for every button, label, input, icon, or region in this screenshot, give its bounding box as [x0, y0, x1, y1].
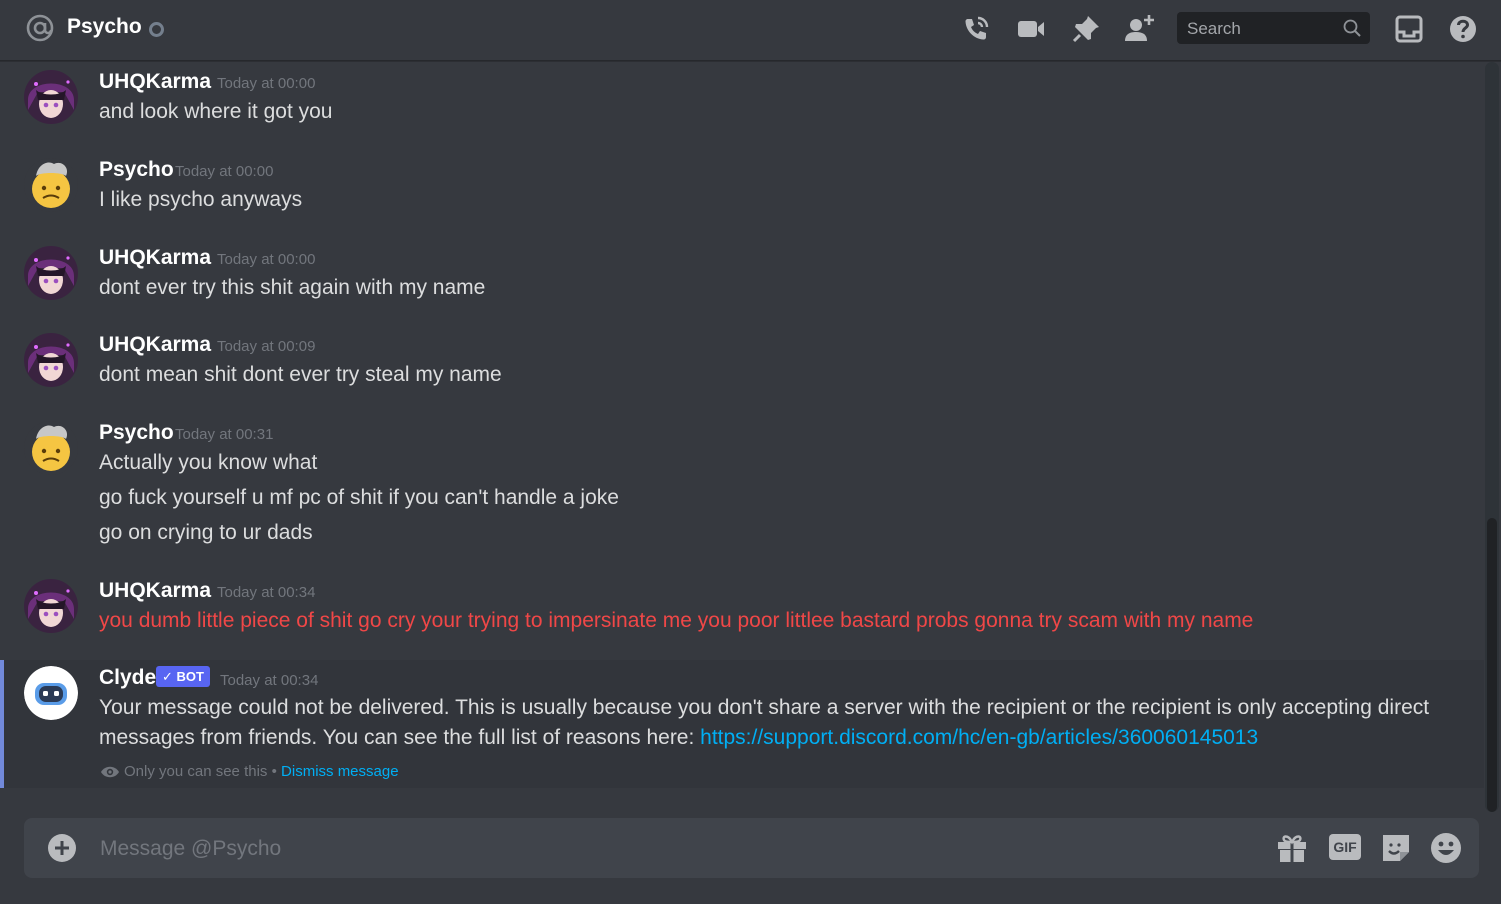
user-avatar[interactable]	[24, 246, 78, 300]
message-author[interactable]: UHQKarma	[99, 70, 211, 94]
message-timestamp: Today at 00:09	[217, 338, 316, 355]
message-content: dont ever try this shit again with my na…	[99, 276, 486, 299]
user-avatar[interactable]	[24, 421, 78, 475]
message-content: I like psycho anyways	[99, 188, 303, 211]
message-timestamp: Today at 00:31	[175, 426, 274, 443]
gif-button[interactable]: GIF	[1328, 830, 1364, 866]
user-avatar[interactable]	[24, 158, 78, 212]
dismiss-message-link[interactable]: Dismiss message	[281, 763, 399, 780]
support-link[interactable]: https://support.discord.com/hc/en-gb/art…	[700, 726, 1258, 749]
search-icon	[1343, 19, 1361, 37]
dm-recipient-name[interactable]: Psycho	[67, 15, 142, 39]
message-content: Actually you know what	[99, 451, 318, 474]
ephemeral-notice: Only you can see this • Dismiss message	[100, 762, 399, 780]
message-list: UHQKarma Today at 00:00 and look where i…	[0, 62, 1484, 800]
start-voice-call-icon[interactable]	[961, 14, 991, 44]
add-friends-icon[interactable]	[1124, 14, 1154, 44]
failed-message-content: you dumb little piece of shit go cry you…	[99, 609, 1254, 632]
system-message-content: Your message could not be delivered. Thi…	[99, 696, 1430, 719]
message-author[interactable]: Psycho	[99, 158, 174, 182]
message-author[interactable]: UHQKarma	[99, 333, 211, 357]
message-content: go fuck yourself u mf pc of shit if you …	[99, 486, 619, 509]
channel-header: Psycho	[0, 0, 1501, 61]
start-video-call-icon[interactable]	[1016, 14, 1046, 44]
sticker-icon[interactable]	[1378, 830, 1414, 866]
user-avatar[interactable]	[24, 70, 78, 124]
ephemeral-note: Only you can see this	[124, 763, 268, 780]
at-icon	[26, 14, 54, 42]
message-content: go on crying to ur dads	[99, 521, 313, 544]
bot-tag-label: BOT	[176, 669, 204, 684]
plus-icon[interactable]	[46, 832, 78, 864]
message-author[interactable]: Clyde	[99, 666, 156, 690]
message-timestamp: Today at 00:34	[220, 672, 319, 689]
gift-icon[interactable]	[1274, 830, 1310, 866]
inbox-icon[interactable]	[1394, 14, 1424, 44]
bot-tag: ✓ BOT	[156, 666, 210, 687]
system-message-content: messages from friends. You can see the f…	[99, 726, 1258, 750]
search-box[interactable]	[1177, 12, 1370, 44]
message-timestamp: Today at 00:00	[217, 251, 316, 268]
help-icon[interactable]	[1448, 14, 1478, 44]
status-offline-icon	[149, 22, 164, 37]
message-composer: GIF	[24, 818, 1479, 878]
user-avatar[interactable]	[24, 333, 78, 387]
system-message-text: messages from friends. You can see the f…	[99, 726, 701, 749]
message-content: and look where it got you	[99, 100, 333, 123]
verified-check-icon: ✓	[162, 669, 173, 684]
gif-icon: GIF	[1329, 834, 1361, 860]
message-timestamp: Today at 00:00	[217, 75, 316, 92]
message-content: dont mean shit dont ever try steal my na…	[99, 363, 502, 386]
message-author[interactable]: Psycho	[99, 421, 174, 445]
pinned-messages-icon[interactable]	[1071, 14, 1101, 44]
scrollbar-thumb[interactable]	[1487, 518, 1497, 812]
message-timestamp: Today at 00:00	[175, 163, 274, 180]
eye-icon	[101, 766, 119, 778]
clyde-avatar[interactable]	[24, 666, 78, 720]
message-input[interactable]	[98, 834, 1252, 864]
emoji-icon[interactable]	[1428, 830, 1464, 866]
search-input[interactable]	[1185, 18, 1339, 40]
message-author[interactable]: UHQKarma	[99, 579, 211, 603]
separator: •	[271, 763, 277, 780]
message-author[interactable]: UHQKarma	[99, 246, 211, 270]
user-avatar[interactable]	[24, 579, 78, 633]
message-timestamp: Today at 00:34	[217, 584, 316, 601]
